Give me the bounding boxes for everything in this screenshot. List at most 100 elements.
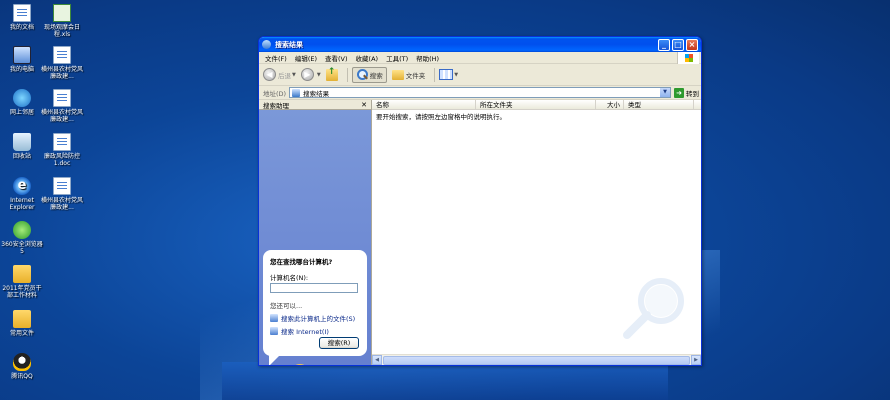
desktop-icon-ie[interactable]: e Internet Explorer [0,177,44,211]
word-file-icon [53,133,71,151]
search-files-link[interactable]: 搜索此计算机上的文件(S) [270,313,360,323]
folders-icon [391,69,404,80]
desktop-icon-my-computer[interactable]: 我的电脑 [0,46,44,73]
desktop-icon-label: 廉政风险防控1.doc [43,153,80,167]
up-folder-button[interactable] [325,67,338,81]
search-companion-title: 搜索助理 [263,101,289,110]
search-companion-pane: 搜索助理 ✕ 您在查找哪台计算机? 计算机名(N): 您还可以... 搜索此计算… [259,100,372,365]
search-results-icon [292,88,301,97]
folder-icon [13,265,31,283]
window-body: 搜索助理 ✕ 您在查找哪台计算机? 计算机名(N): 您还可以... 搜索此计算… [259,100,701,365]
up-folder-icon [325,67,338,81]
results-pane: 名称 所在文件夹 大小 类型 要开始搜索，请按照左边窗格中的说明执行。 ◀ ▶ [372,100,701,365]
desktop-icon-qq[interactable]: 腾讯QQ [0,353,44,380]
desktop-icon-doc-3[interactable]: 廉政风险防控1.doc [40,133,84,167]
desktop-icon-xls[interactable]: 现场观摩会日程.xls [40,4,84,38]
desktop-icon-360-browser[interactable]: 360安全浏览器 5 [0,221,44,255]
results-column-header: 名称 所在文件夹 大小 类型 [372,100,701,110]
go-label: 转到 [686,89,699,98]
title-bar[interactable]: 搜索结果 _ □ × [259,37,701,52]
ie-icon: e [13,177,31,195]
close-pane-icon[interactable]: ✕ [361,101,367,109]
desktop-icon-recycle-bin[interactable]: 回收站 [0,133,44,160]
computer-search-icon [270,314,278,322]
scroll-left-icon[interactable]: ◀ [372,355,382,365]
browser-360-icon [13,221,31,239]
maximize-button[interactable]: □ [672,38,684,51]
search-files-link-label: 搜索此计算机上的文件(S) [281,315,356,323]
folders-button[interactable]: 文件夹 [391,69,425,80]
word-file-icon [53,177,71,195]
also-label: 您还可以... [270,302,303,310]
desktop-icon-label: 现场观摩会日程.xls [43,24,80,38]
back-button[interactable]: ◀ 后退 ▼ [263,68,296,81]
network-places-icon [13,89,31,107]
address-bar: 地址(D) 搜索结果 ▼ ➜ 转到 [259,86,701,100]
desktop-icon-folder-common[interactable]: 常用文件 [0,310,44,337]
scroll-right-icon[interactable]: ▶ [691,355,701,365]
search-button[interactable]: 搜索 [351,66,387,83]
desktop-icon-label: 2011年党员干部工作材料 [2,285,42,299]
close-button[interactable]: × [686,38,698,51]
menu-bar: 文件(F) 编辑(E) 查看(V) 收藏(A) 工具(T) 帮助(H) [259,52,701,64]
windows-logo-icon [677,52,699,64]
toolbar: ◀ 后退 ▼ ▶ ▼ 搜索 文件夹 ▼ [259,64,701,86]
address-label: 地址(D) [263,89,287,98]
my-documents-icon [13,4,31,22]
address-dropdown-icon[interactable]: ▼ [660,88,670,97]
word-file-icon [53,89,71,107]
recycle-bin-icon [13,133,31,151]
search-label: 搜索 [369,71,383,80]
address-field[interactable]: 搜索结果 ▼ [289,87,671,98]
word-file-icon [53,46,71,64]
window-title: 搜索结果 [275,40,303,49]
menu-edit[interactable]: 编辑(E) [293,53,323,63]
search-window-icon [262,40,271,49]
horizontal-scrollbar[interactable]: ◀ ▶ [372,354,701,365]
chevron-down-icon: ▼ [292,71,296,78]
search-companion-header: 搜索助理 ✕ [259,100,371,110]
desktop-icon-label: 横州县农村党风廉政建... [40,109,83,123]
desktop-icon-label: 横州县农村党风廉政建... [40,197,83,211]
desktop-icon-doc-4[interactable]: 横州县农村党风廉政建... [40,177,84,211]
column-size[interactable]: 大小 [596,100,624,109]
search-dog-icon[interactable] [285,360,315,366]
go-arrow-icon: ➜ [674,87,684,98]
desktop-icon-doc-2[interactable]: 横州县农村党风廉政建... [40,89,84,123]
menu-help[interactable]: 帮助(H) [414,53,445,63]
chevron-down-icon: ▼ [454,71,459,78]
column-folder[interactable]: 所在文件夹 [476,100,596,109]
address-value: 搜索结果 [303,89,330,98]
scroll-thumb[interactable] [383,355,690,365]
column-name[interactable]: 名称 [372,100,476,109]
desktop-icon-label: 横州县农村党风廉政建... [40,66,83,80]
desktop-icon-label: 网上邻居 [9,109,34,116]
toolbar-separator [346,67,348,82]
search-internet-link-label: 搜索 Internet(I) [281,328,329,336]
column-filler [694,100,701,109]
menu-view[interactable]: 查看(V) [323,53,354,63]
desktop-icon-label: Internet Explorer [9,197,35,211]
wallpaper-block [222,362,668,400]
desktop-icon-network[interactable]: 网上邻居 [0,89,44,116]
computer-name-input[interactable] [270,283,358,293]
my-computer-icon [13,46,31,64]
desktop-icon-my-documents[interactable]: 我的文档 [0,4,44,31]
desktop-icon-doc-1[interactable]: 横州县农村党风廉政建... [40,46,84,80]
search-results-window: 搜索结果 _ □ × 文件(F) 编辑(E) 查看(V) 收藏(A) 工具(T)… [258,36,702,366]
menu-favorites[interactable]: 收藏(A) [354,53,385,63]
search-submit-button[interactable]: 搜索(R) [319,337,359,349]
desktop-icon-folder-materials[interactable]: 2011年党员干部工作材料 [0,265,44,299]
minimize-button[interactable]: _ [658,38,670,51]
internet-search-icon [270,327,278,335]
column-type[interactable]: 类型 [624,100,694,109]
views-button[interactable]: ▼ [439,69,458,80]
search-internet-link[interactable]: 搜索 Internet(I) [270,326,360,336]
go-button[interactable]: ➜ 转到 [674,87,699,98]
desktop-icon-label: 常用文件 [9,330,34,337]
menu-tools[interactable]: 工具(T) [384,53,414,63]
forward-button[interactable]: ▶ ▼ [300,68,321,81]
empty-results-message: 要开始搜索，请按照左边窗格中的说明执行。 [376,113,506,121]
search-question: 您在查找哪台计算机? [270,258,333,266]
menu-file[interactable]: 文件(F) [263,53,293,63]
